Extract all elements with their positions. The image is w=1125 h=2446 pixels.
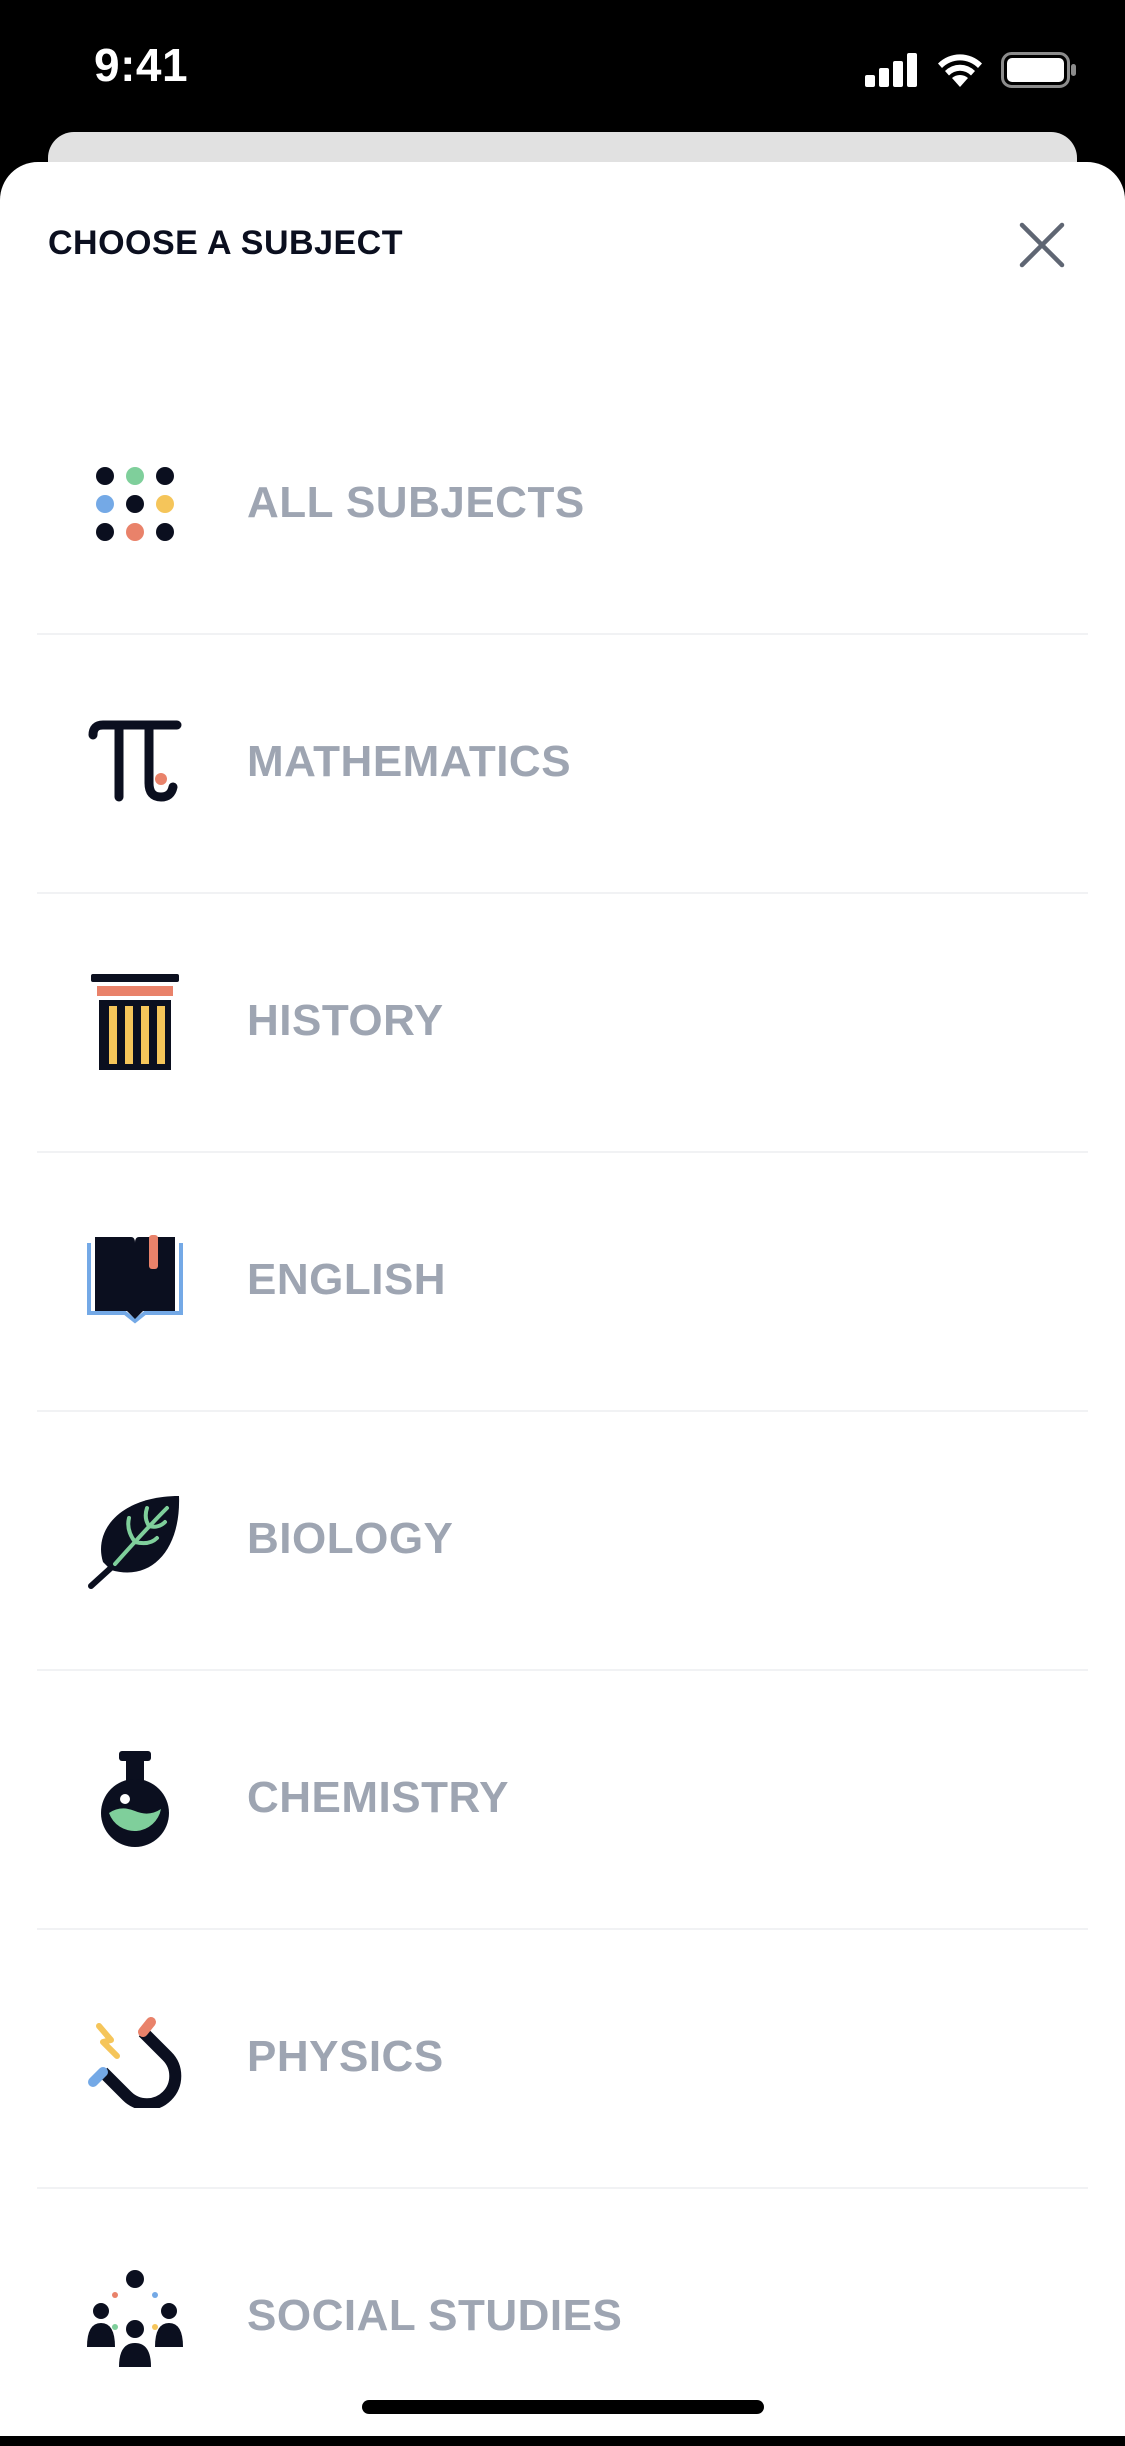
close-button[interactable] — [1017, 220, 1067, 270]
subject-item-history[interactable]: HISTORY — [37, 894, 1088, 1153]
home-indicator — [362, 2400, 764, 2414]
pi-icon — [88, 720, 182, 802]
subject-item-biology[interactable]: BIOLOGY — [37, 1412, 1088, 1671]
subject-label: PHYSICS — [247, 2032, 444, 2081]
subject-label: SOCIAL STUDIES — [247, 2291, 623, 2340]
sheet-title: CHOOSE A SUBJECT — [48, 224, 403, 262]
choose-subject-sheet: CHOOSE A SUBJECT ALL SUBJECTS MATHEMATIC… — [0, 162, 1125, 2436]
status-icons — [865, 50, 1077, 90]
subject-label: MATHEMATICS — [247, 737, 572, 786]
people-icon — [87, 2270, 183, 2367]
dots-grid-icon — [96, 467, 174, 541]
subject-label: BIOLOGY — [247, 1514, 454, 1563]
subject-item-english[interactable]: ENGLISH — [37, 1153, 1088, 1412]
battery-icon — [1001, 52, 1076, 88]
subject-item-mathematics[interactable]: MATHEMATICS — [37, 635, 1088, 894]
magnet-icon — [88, 2017, 182, 2108]
subject-item-chemistry[interactable]: CHEMISTRY — [37, 1671, 1088, 1930]
subject-label: CHEMISTRY — [247, 1773, 509, 1822]
subject-list: ALL SUBJECTS MATHEMATICS HISTORY ENGLISH… — [37, 376, 1088, 2446]
column-icon — [91, 974, 179, 1070]
leaf-icon — [88, 1496, 180, 1589]
subject-label: ENGLISH — [247, 1255, 447, 1304]
subject-label: HISTORY — [247, 996, 444, 1045]
book-icon — [87, 1235, 183, 1324]
subject-label: ALL SUBJECTS — [247, 478, 585, 527]
wifi-icon — [938, 54, 982, 87]
status-bar: 9:41 — [0, 0, 1125, 140]
subject-item-physics[interactable]: PHYSICS — [37, 1930, 1088, 2189]
flask-icon — [101, 1751, 169, 1847]
status-time: 9:41 — [94, 39, 189, 91]
cellular-signal-icon — [865, 53, 917, 87]
close-icon — [1019, 222, 1065, 268]
subject-item-all-subjects[interactable]: ALL SUBJECTS — [37, 376, 1088, 635]
